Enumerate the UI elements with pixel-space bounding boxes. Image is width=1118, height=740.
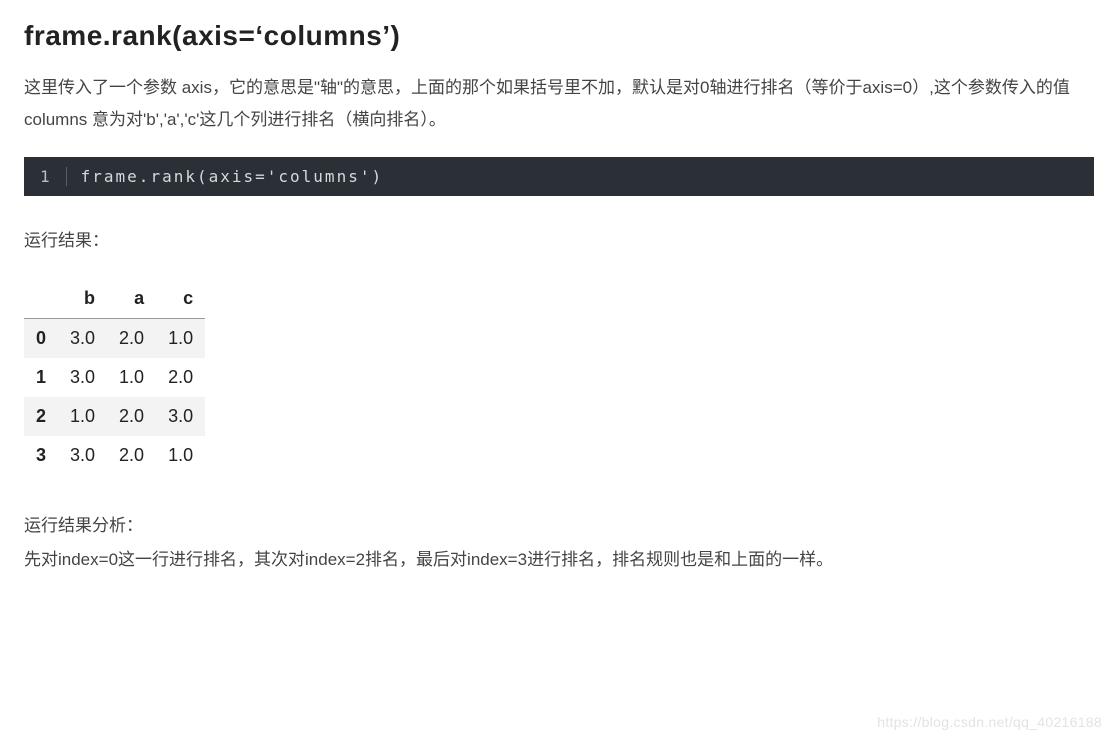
table-cell: 3.0	[58, 358, 107, 397]
table-cell: 3.0	[58, 436, 107, 475]
table-row: 3 3.0 2.0 1.0	[24, 436, 205, 475]
table-row: 1 3.0 1.0 2.0	[24, 358, 205, 397]
table-cell: 2.0	[107, 318, 156, 358]
row-index: 2	[24, 397, 58, 436]
row-index: 0	[24, 318, 58, 358]
table-corner	[24, 279, 58, 319]
table-cell: 1.0	[156, 318, 205, 358]
table-col-header: a	[107, 279, 156, 319]
code-line-number: 1	[40, 167, 67, 186]
table-cell: 2.0	[156, 358, 205, 397]
code-text: frame.rank(axis='columns')	[81, 167, 383, 186]
analysis-label: 运行结果分析：	[24, 511, 1094, 536]
row-index: 3	[24, 436, 58, 475]
description-text: 这里传入了一个参数 axis，它的意思是"轴"的意思，上面的那个如果括号里不加，…	[24, 72, 1094, 137]
table-cell: 1.0	[58, 397, 107, 436]
table-cell: 3.0	[58, 318, 107, 358]
row-index: 1	[24, 358, 58, 397]
table-cell: 3.0	[156, 397, 205, 436]
result-table: b a c 0 3.0 2.0 1.0 1 3.0 1.0 2.0 2 1.0 …	[24, 279, 205, 475]
table-cell: 2.0	[107, 436, 156, 475]
page-title: frame.rank(axis=‘columns’)	[24, 20, 1094, 52]
table-cell: 1.0	[156, 436, 205, 475]
table-cell: 1.0	[107, 358, 156, 397]
watermark: https://blog.csdn.net/qq_40216188	[877, 714, 1102, 730]
table-row: 0 3.0 2.0 1.0	[24, 318, 205, 358]
code-block: 1 frame.rank(axis='columns')	[24, 157, 1094, 196]
table-row: 2 1.0 2.0 3.0	[24, 397, 205, 436]
table-col-header: c	[156, 279, 205, 319]
analysis-text: 先对index=0这一行进行排名，其次对index=2排名，最后对index=3…	[24, 544, 1094, 576]
table-cell: 2.0	[107, 397, 156, 436]
result-label: 运行结果：	[24, 226, 1094, 251]
table-col-header: b	[58, 279, 107, 319]
